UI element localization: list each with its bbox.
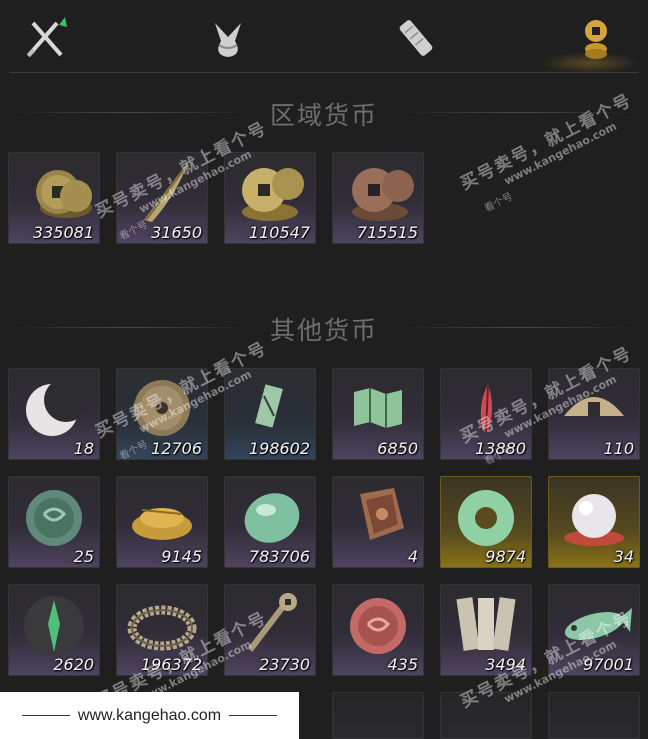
currency-slot[interactable]: 97001 <box>548 584 640 676</box>
currency-count: 13880 <box>475 439 526 458</box>
footer-url: www.kangehao.com <box>77 706 222 724</box>
green-talisman-icon <box>24 596 84 656</box>
coin-sword-icon <box>247 593 297 652</box>
section-divider-right <box>400 112 638 113</box>
scroll-icon <box>399 20 433 56</box>
gold-coin-stack-icon <box>242 168 304 221</box>
currency-slot[interactable]: 196372 <box>116 584 208 676</box>
currency-count: 2620 <box>53 655 94 674</box>
currency-count: 335081 <box>32 223 94 242</box>
jade-tablet-icon <box>255 384 283 428</box>
round-token-icon <box>134 380 190 436</box>
currency-count: 23730 <box>259 655 310 674</box>
banner-rule <box>229 715 278 716</box>
currency-slot[interactable]: 715515 <box>332 152 424 244</box>
currency-count: 4 <box>407 547 418 566</box>
banner-rule <box>21 715 70 716</box>
currency-slot[interactable]: 4 <box>332 476 424 568</box>
currency-slot-empty[interactable] <box>548 692 640 739</box>
tab-scrolls[interactable] <box>388 10 444 66</box>
currency-slot[interactable]: 9874 <box>440 476 532 568</box>
currency-count: 715515 <box>356 223 418 242</box>
jade-stone-icon <box>244 493 300 543</box>
currency-slot[interactable]: 110 <box>548 368 640 460</box>
top-tab-bar <box>0 0 648 78</box>
grain-pile-icon <box>132 508 192 540</box>
currency-slot[interactable]: 335081 <box>8 152 100 244</box>
currency-slot[interactable]: 3494 <box>440 584 532 676</box>
tab-items[interactable] <box>200 10 256 66</box>
bronze-coin-stack-icon <box>352 168 414 221</box>
currency-slot[interactable]: 23730 <box>224 584 316 676</box>
currency-count: 9145 <box>161 547 202 566</box>
currency-slot[interactable]: 198602 <box>224 368 316 460</box>
red-seal-icon <box>350 598 406 654</box>
currency-count: 31650 <box>151 223 202 242</box>
green-map-icon <box>354 388 402 428</box>
currency-count: 435 <box>387 655 418 674</box>
currency-slot[interactable]: 2620 <box>8 584 100 676</box>
currency-count: 783706 <box>248 547 310 566</box>
currency-count: 198602 <box>248 439 310 458</box>
footer-watermark-banner: www.kangehao.com <box>0 692 299 739</box>
currency-count: 97001 <box>583 655 634 674</box>
currency-slot[interactable]: 110547 <box>224 152 316 244</box>
jade-ring-icon <box>458 490 514 546</box>
currency-count: 9874 <box>485 547 526 566</box>
jade-seal-icon <box>26 490 82 546</box>
currency-count: 6850 <box>377 439 418 458</box>
tab-bar-divider <box>10 72 638 73</box>
currency-count: 110547 <box>248 223 310 242</box>
feather-blade-icon <box>144 162 189 222</box>
watermark-logo-text: 看个号 <box>482 191 515 215</box>
currency-slot-empty[interactable] <box>332 692 424 739</box>
currency-slot[interactable]: 18 <box>8 368 100 460</box>
currency-count: 12706 <box>151 439 202 458</box>
paper-notes-icon <box>456 597 516 651</box>
currency-slot[interactable]: 31650 <box>116 152 208 244</box>
currency-slot-empty[interactable] <box>440 692 532 739</box>
section-title-other: 其他货币 <box>269 316 378 345</box>
bronze-plaque-icon <box>360 488 404 540</box>
currency-count: 18 <box>73 439 94 458</box>
section-divider-right <box>400 327 638 328</box>
currency-count: 196372 <box>140 655 202 674</box>
currency-slot[interactable]: 9145 <box>116 476 208 568</box>
currency-slot[interactable]: 25 <box>8 476 100 568</box>
swords-icon <box>26 17 67 58</box>
currency-slot[interactable]: 783706 <box>224 476 316 568</box>
red-feather-icon <box>480 384 492 433</box>
currency-slot[interactable]: 435 <box>332 584 424 676</box>
currency-count: 25 <box>73 547 94 566</box>
crescent-moon-icon <box>26 378 88 436</box>
section-title-regional: 区域货币 <box>269 101 378 130</box>
tab-currency[interactable] <box>568 10 624 66</box>
currency-slot[interactable]: 12706 <box>116 368 208 460</box>
currency-count: 3494 <box>485 655 526 674</box>
currency-count: 34 <box>613 547 634 566</box>
currency-slot[interactable]: 6850 <box>332 368 424 460</box>
currency-slot[interactable]: 34 <box>548 476 640 568</box>
coins-icon <box>585 20 607 59</box>
jade-fish-icon <box>564 608 632 640</box>
half-coin-icon <box>564 397 624 416</box>
pearl-icon <box>564 494 624 546</box>
copper-coin-stack-icon <box>36 170 92 218</box>
currency-count: 110 <box>603 439 634 458</box>
bundle-icon <box>215 23 241 57</box>
beaded-bracelet-icon <box>127 605 197 651</box>
tab-weapons[interactable] <box>18 10 74 66</box>
currency-slot[interactable]: 13880 <box>440 368 532 460</box>
